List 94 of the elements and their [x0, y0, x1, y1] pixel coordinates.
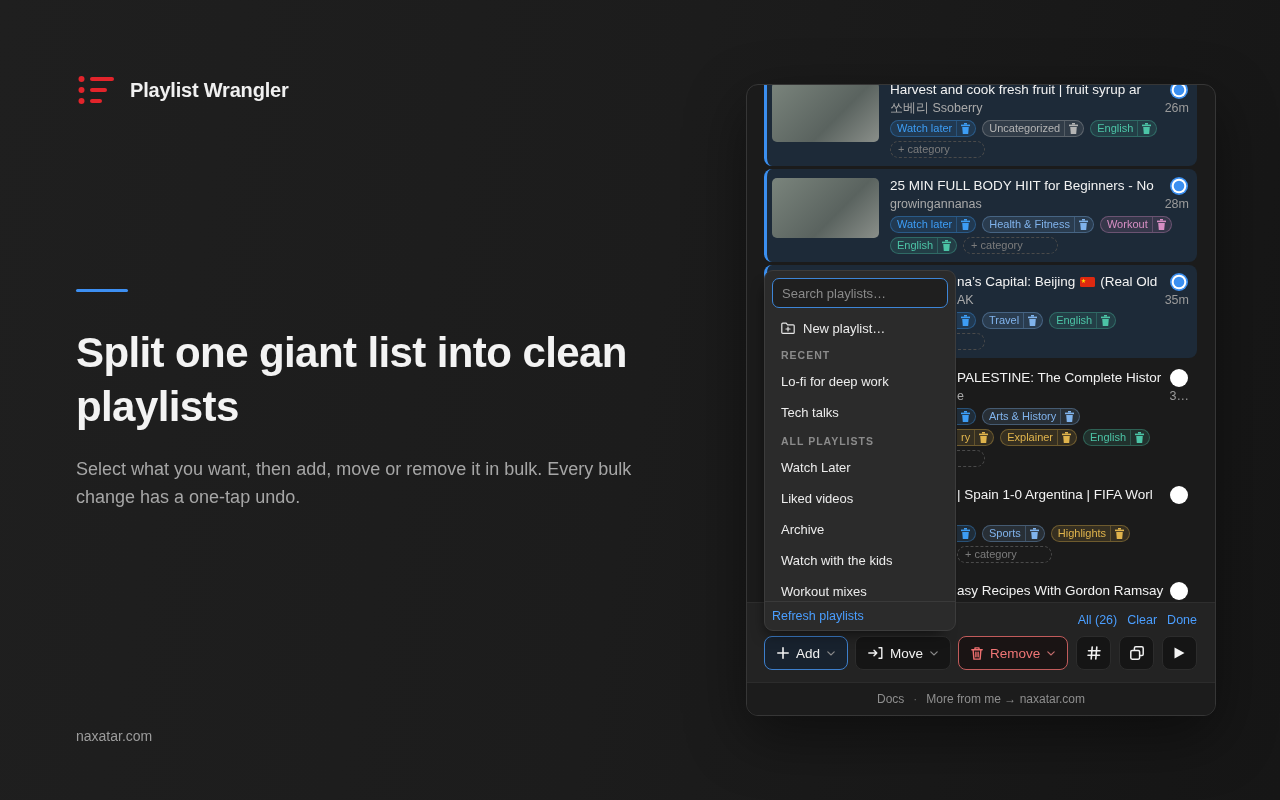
channel-name: e: [957, 389, 964, 403]
new-playlist-item[interactable]: New playlist…: [765, 314, 955, 342]
trash-icon[interactable]: [1069, 122, 1079, 134]
site-link[interactable]: naxatar.com: [76, 726, 153, 746]
channel-name: AK: [957, 293, 974, 307]
channel-name: 쏘베리 Ssoberry: [890, 99, 983, 117]
logo-icon: [78, 75, 114, 105]
video-title-continuation: (Real Old: [1100, 273, 1158, 291]
video-duration: 3…: [1169, 389, 1189, 403]
trash-icon[interactable]: [979, 431, 989, 443]
trash-icon[interactable]: [961, 410, 970, 422]
playlist-item[interactable]: Liked videos: [765, 483, 955, 514]
hero-heading: Split one giant list into clean playlists: [76, 328, 628, 432]
flag-icon: [1080, 277, 1096, 287]
trash-icon[interactable]: [1065, 410, 1075, 422]
video-duration: 35m: [1164, 293, 1189, 307]
trash-icon[interactable]: [961, 314, 970, 326]
tag-label: Workout: [1106, 216, 1148, 232]
tag-label: English: [1056, 312, 1093, 328]
hash-icon: [1086, 646, 1101, 660]
tag-label: Health & Fitness: [989, 216, 1070, 232]
trash-icon[interactable]: [942, 239, 952, 251]
playlist-item[interactable]: Watch Later: [765, 452, 955, 483]
select-radio[interactable]: [1170, 486, 1188, 504]
trash-icon[interactable]: [1142, 122, 1152, 134]
video-duration: 26m: [1164, 101, 1189, 115]
copy-icon: [1129, 646, 1144, 660]
trash-icon[interactable]: [1028, 314, 1038, 326]
refresh-link[interactable]: Refresh playlists: [772, 605, 864, 627]
copy-button[interactable]: [1119, 636, 1155, 670]
video-title: na’s Capital: Beijing: [957, 273, 1076, 291]
video-title: 25 MIN FULL BODY HIIT for Beginners - No: [890, 177, 1154, 195]
video-title: PALESTINE: The Complete Histor: [957, 369, 1162, 387]
trash-icon[interactable]: [1101, 314, 1111, 326]
playlist-item[interactable]: Archive: [765, 514, 955, 545]
trash-icon[interactable]: [961, 122, 971, 134]
tag-label: Travel: [989, 312, 1020, 328]
tag-label: Highlights: [1057, 525, 1107, 541]
select-radio[interactable]: [1170, 177, 1188, 195]
trash-icon[interactable]: [1156, 218, 1166, 230]
trash-icon[interactable]: [961, 527, 970, 539]
caret-icon: [827, 650, 836, 656]
add-button[interactable]: Add: [764, 636, 849, 670]
footer-link[interactable]: Docs: [876, 692, 905, 706]
channel-name: growingannanas: [890, 197, 982, 211]
playlist-item[interactable]: Tech talks: [765, 397, 955, 428]
video-title: | Spain 1-0 Argentina | FIFA Worl: [957, 486, 1153, 504]
trash-icon[interactable]: [1029, 527, 1039, 539]
play-icon: [1174, 647, 1186, 659]
hero-description: Select what you want, then add, move or remove it in bulk. Every bulk change has a one-tap undo.: [76, 458, 633, 509]
selection-link[interactable]: Done: [1167, 613, 1197, 627]
trash-icon: [971, 646, 984, 660]
tag-label: English: [897, 237, 934, 253]
trash-icon[interactable]: [1115, 527, 1125, 539]
tag-label: English: [1090, 429, 1127, 445]
tag-label: Sports: [989, 525, 1021, 541]
play-button[interactable]: [1162, 636, 1197, 670]
trash-icon[interactable]: [1135, 431, 1145, 443]
select-radio[interactable]: [1170, 369, 1188, 387]
trash-icon[interactable]: [1062, 431, 1072, 443]
selection-link[interactable]: Clear: [1127, 613, 1158, 627]
tag-label: Uncategorized: [989, 120, 1061, 136]
select-radio[interactable]: [1170, 582, 1188, 600]
section-heading: RECENT: [780, 348, 832, 363]
tag-label: Watch later: [897, 120, 953, 136]
trash-icon[interactable]: [961, 218, 971, 230]
video-title: asy Recipes With Gordon Ramsay: [957, 582, 1164, 600]
arrow-into-bracket-icon: [868, 647, 884, 659]
tag-label: Explainer: [1007, 429, 1054, 445]
folder-plus-icon: [781, 322, 795, 334]
search-field[interactable]: Search playlists…: [772, 278, 948, 308]
select-radio[interactable]: [1170, 85, 1188, 99]
footer-link[interactable]: More from me → naxatar.com: [926, 692, 1086, 706]
select-radio[interactable]: [1170, 273, 1188, 291]
caret-icon: [930, 650, 939, 656]
caret-icon: [1047, 650, 1056, 656]
video-duration: 28m: [1164, 197, 1189, 211]
remove-button[interactable]: Remove: [958, 636, 1069, 670]
video-title: Harvest and cook fresh fruit | fruit syrup ar: [890, 85, 1142, 99]
tag-label: ry: [961, 429, 971, 445]
trash-icon[interactable]: [1078, 218, 1088, 230]
app-name: Playlist Wrangler: [130, 78, 289, 102]
plus-icon: [777, 647, 789, 659]
section-heading: ALL PLAYLISTS: [780, 434, 875, 449]
selection-link[interactable]: All (26): [1077, 613, 1118, 627]
tag-label: English: [1097, 120, 1134, 136]
tag-label: Arts & History: [989, 408, 1057, 424]
playlist-item[interactable]: Lo-fi for deep work: [765, 366, 955, 397]
separator-dot: ·: [913, 692, 918, 706]
playlist-item[interactable]: Watch with the kids: [765, 545, 955, 576]
hash-button[interactable]: [1076, 636, 1112, 670]
move-button[interactable]: Move: [855, 636, 952, 670]
playlist-item[interactable]: Workout mixes: [765, 576, 955, 601]
tag-label: Watch later: [897, 216, 953, 232]
